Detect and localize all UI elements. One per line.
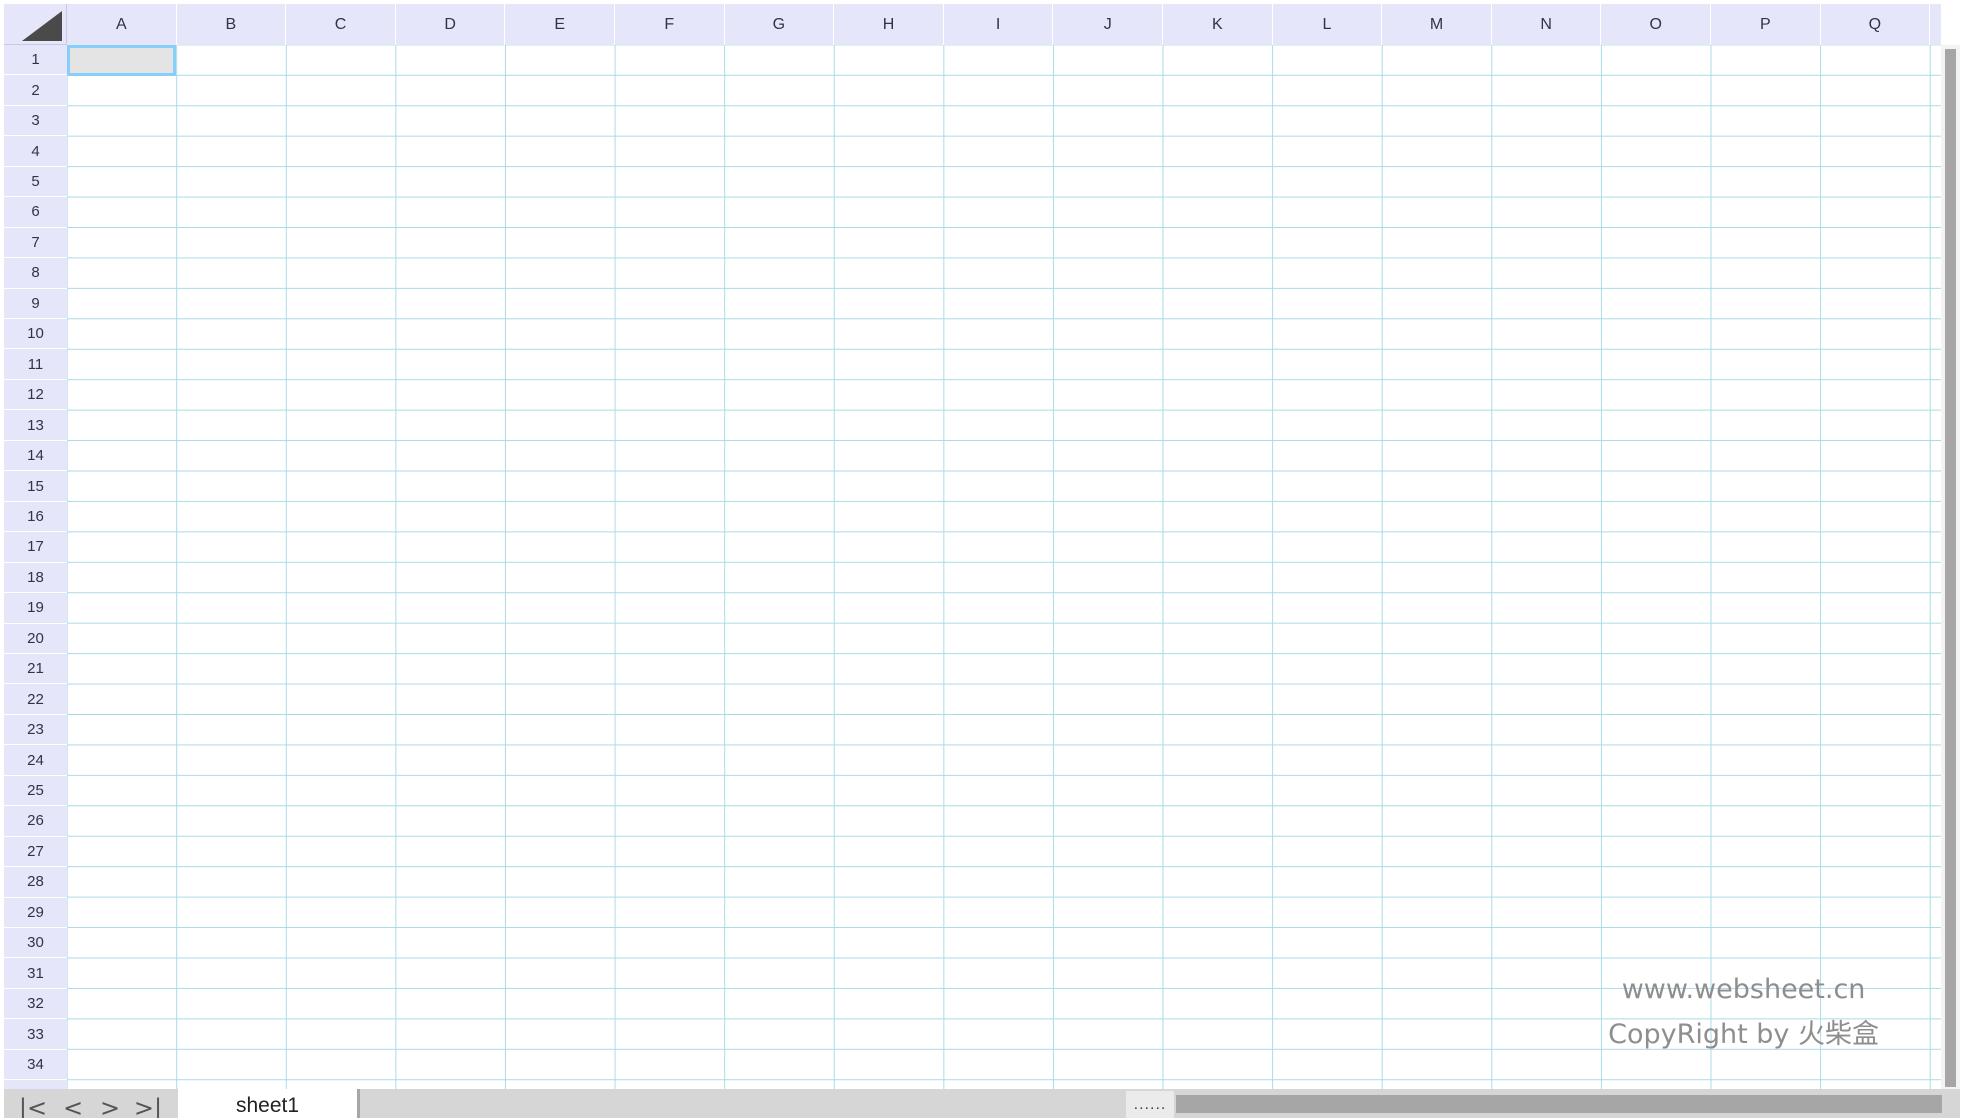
column-header-h[interactable]: H: [834, 4, 944, 45]
column-header-p[interactable]: P: [1711, 4, 1821, 45]
row-header-4[interactable]: 4: [4, 136, 67, 167]
select-all-corner[interactable]: [4, 4, 67, 45]
row-header-27[interactable]: 27: [4, 837, 67, 868]
column-header-o[interactable]: O: [1601, 4, 1711, 45]
row-header-24[interactable]: 24: [4, 745, 67, 776]
row-header-12[interactable]: 12: [4, 380, 67, 411]
column-header-a[interactable]: A: [67, 4, 177, 45]
previous-sheet-icon[interactable]: <: [56, 1093, 90, 1118]
row-header-30[interactable]: 30: [4, 928, 67, 959]
column-header-d[interactable]: D: [396, 4, 506, 45]
row-header-11[interactable]: 11: [4, 350, 67, 380]
column-header-g[interactable]: G: [725, 4, 835, 45]
spreadsheet: ABCDEFGHIJKLMNOPQ 1 2 3 4 5 6 7 8 9 10 11 12 13 14 15 1…: [4, 4, 1960, 1118]
row-header-31[interactable]: 31: [4, 959, 67, 989]
row-header-3[interactable]: 3: [4, 106, 67, 137]
row-header-8[interactable]: 8: [4, 258, 67, 289]
next-sheet-icon[interactable]: >: [93, 1093, 127, 1118]
row-header-7[interactable]: 7: [4, 228, 67, 259]
row-header-5[interactable]: 5: [4, 167, 67, 198]
row-header-17[interactable]: 17: [4, 532, 67, 563]
row-header-1[interactable]: 1: [4, 45, 67, 76]
row-header-25[interactable]: 25: [4, 776, 67, 807]
row-header-15[interactable]: 15: [4, 471, 67, 502]
row-header-33[interactable]: 33: [4, 1019, 67, 1050]
row-header-34[interactable]: 34: [4, 1050, 67, 1081]
row-header-32[interactable]: 32: [4, 989, 67, 1020]
column-header-n[interactable]: N: [1492, 4, 1602, 45]
column-header-b[interactable]: B: [177, 4, 287, 45]
row-header-26[interactable]: 26: [4, 806, 67, 837]
row-header-bar: 1 2 3 4 5 6 7 8 9 10 11 12 13 14 15 16 17 18 19 20 21 22 23 24 2…: [4, 45, 67, 1089]
row-header-19[interactable]: 19: [4, 593, 67, 624]
row-header-22[interactable]: 22: [4, 684, 67, 715]
watermark-url: www.websheet.cn: [1621, 974, 1866, 1005]
watermark-copyright: CopyRight by 火柴盒: [1608, 1019, 1879, 1050]
column-header-q[interactable]: Q: [1821, 4, 1931, 45]
column-header-m[interactable]: M: [1382, 4, 1492, 45]
row-header-23[interactable]: 23: [4, 715, 67, 746]
column-header-k[interactable]: K: [1163, 4, 1273, 45]
row-header-9[interactable]: 9: [4, 289, 67, 320]
tab-scroll-split-handle[interactable]: ......: [1126, 1091, 1174, 1118]
select-all-triangle-icon: [22, 11, 62, 41]
row-header-21[interactable]: 21: [4, 654, 67, 685]
row-header-20[interactable]: 20: [4, 624, 67, 654]
column-header-e[interactable]: E: [505, 4, 615, 45]
selected-cell-a1[interactable]: [67, 45, 176, 76]
horizontal-scrollbar-thumb[interactable]: [1176, 1095, 1942, 1113]
watermark: www.websheet.cn CopyRight by 火柴盒: [1608, 967, 1879, 1057]
column-header-l[interactable]: L: [1273, 4, 1383, 45]
column-header-bar: ABCDEFGHIJKLMNOPQ: [67, 4, 1941, 45]
row-header-28[interactable]: 28: [4, 867, 67, 898]
column-header-c[interactable]: C: [286, 4, 396, 45]
last-sheet-icon[interactable]: >|: [131, 1093, 165, 1118]
first-sheet-icon[interactable]: |<: [16, 1093, 50, 1118]
row-header-6[interactable]: 6: [4, 197, 67, 228]
column-header-j[interactable]: J: [1053, 4, 1163, 45]
row-header-18[interactable]: 18: [4, 563, 67, 594]
sheet-tab-bar: |< < > >| sheet1 ......: [4, 1089, 1960, 1118]
column-header-i[interactable]: I: [944, 4, 1054, 45]
row-header-13[interactable]: 13: [4, 410, 67, 441]
row-header-14[interactable]: 14: [4, 441, 67, 472]
row-header-29[interactable]: 29: [4, 898, 67, 929]
column-header-f[interactable]: F: [615, 4, 725, 45]
cell-grid[interactable]: www.websheet.cn CopyRight by 火柴盒: [67, 45, 1941, 1089]
row-header-10[interactable]: 10: [4, 319, 67, 350]
sheet-tab-sheet1[interactable]: sheet1: [178, 1089, 360, 1118]
row-header-16[interactable]: 16: [4, 502, 67, 533]
vertical-scrollbar[interactable]: [1941, 45, 1960, 1089]
vertical-scrollbar-thumb[interactable]: [1945, 49, 1956, 1087]
row-header-2[interactable]: 2: [4, 75, 67, 106]
